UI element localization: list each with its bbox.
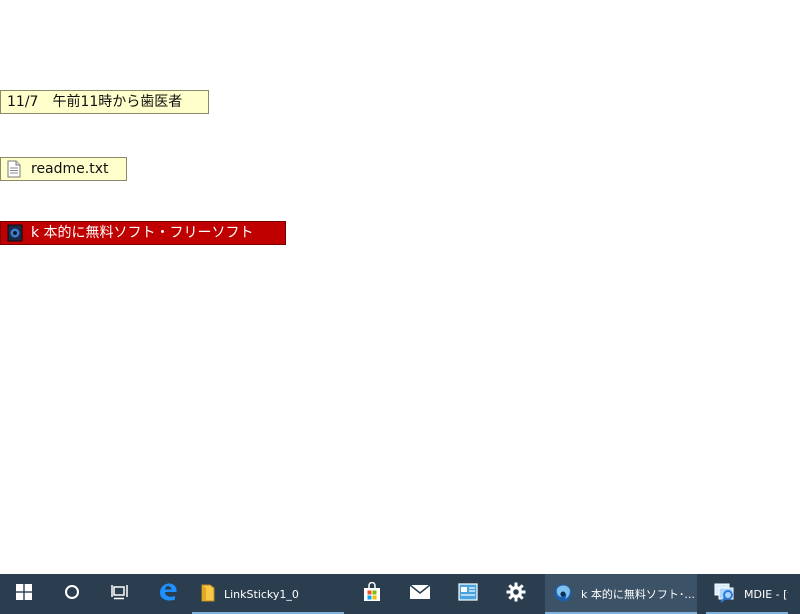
browser-page-icon bbox=[7, 224, 23, 242]
sticky-file-label: readme.txt bbox=[31, 161, 109, 177]
taskbar: LinkSticky1_0 k 本的に無料ソフト･... MDIE - [t bbox=[0, 574, 800, 614]
desktop: 11/7 午前11時から歯医者 readme.txt k 本的に無料ソフト・フリ… bbox=[0, 0, 800, 574]
window-app-icon bbox=[458, 583, 478, 605]
taskbar-app-label: LinkSticky1_0 bbox=[224, 587, 299, 601]
taskbar-app-label: MDIE - [t bbox=[744, 587, 788, 601]
taskbar-app-linksticky[interactable]: LinkSticky1_0 bbox=[192, 574, 344, 614]
store-bag-icon bbox=[362, 581, 382, 606]
text-file-icon bbox=[7, 160, 23, 178]
gear-icon bbox=[506, 582, 526, 606]
windows-logo-icon bbox=[16, 584, 32, 604]
settings-button[interactable] bbox=[492, 574, 540, 614]
search-button[interactable] bbox=[48, 574, 96, 614]
task-view-button[interactable] bbox=[96, 574, 144, 614]
mdie-icon bbox=[714, 583, 736, 606]
start-button[interactable] bbox=[0, 574, 48, 614]
edge-button[interactable] bbox=[144, 574, 192, 614]
edge-icon bbox=[158, 582, 178, 606]
sticky-memo[interactable]: 11/7 午前11時から歯医者 bbox=[0, 90, 209, 114]
app-button[interactable] bbox=[444, 574, 492, 614]
cortana-circle-icon bbox=[64, 584, 80, 604]
task-view-icon bbox=[111, 584, 129, 604]
taskbar-app-label: k 本的に無料ソフト･... bbox=[581, 588, 695, 601]
taskbar-app-mdie[interactable]: MDIE - [t bbox=[706, 574, 788, 614]
firefox-icon bbox=[553, 583, 573, 606]
sticky-memo-label: 11/7 午前11時から歯医者 bbox=[7, 94, 183, 110]
folder-icon bbox=[200, 584, 216, 605]
taskbar-app-firefox[interactable]: k 本的に無料ソフト･... bbox=[545, 574, 697, 614]
store-button[interactable] bbox=[348, 574, 396, 614]
sticky-link-label: k 本的に無料ソフト・フリーソフト bbox=[31, 225, 254, 241]
sticky-file-readme[interactable]: readme.txt bbox=[0, 157, 127, 181]
mail-button[interactable] bbox=[396, 574, 444, 614]
sticky-link[interactable]: k 本的に無料ソフト・フリーソフト bbox=[0, 221, 286, 245]
mail-icon bbox=[409, 584, 431, 604]
